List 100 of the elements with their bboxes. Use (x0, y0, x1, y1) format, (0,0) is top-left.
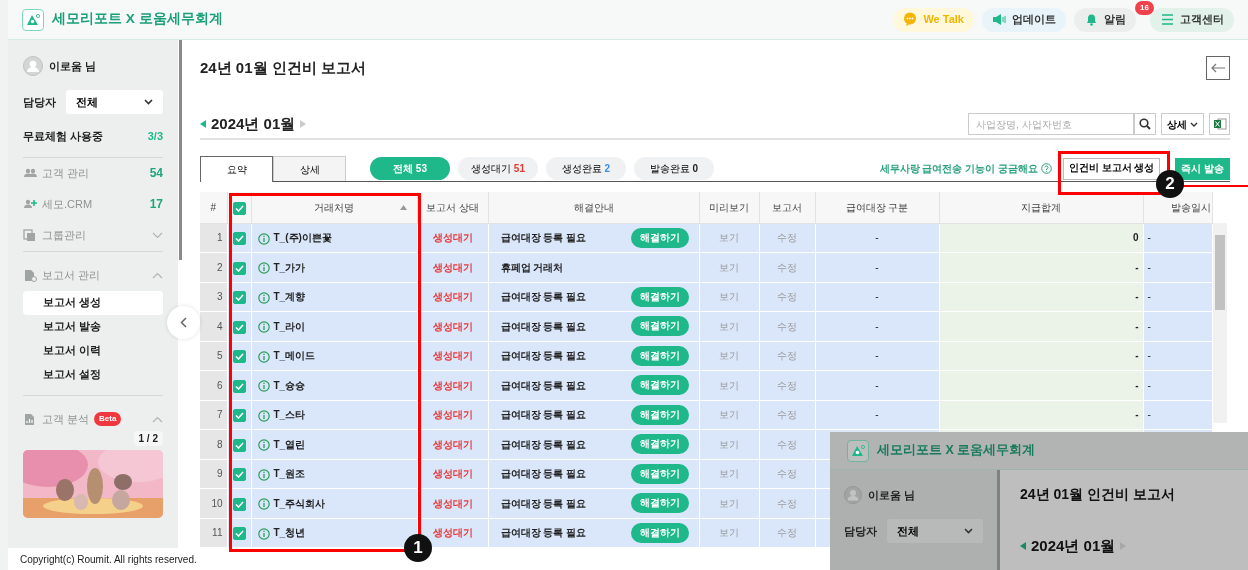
resolve-button[interactable]: 해결하기 (630, 434, 689, 455)
edit-link[interactable]: 수정 (777, 291, 797, 303)
preview-link[interactable]: 보기 (719, 232, 739, 244)
chevron-left-icon (180, 317, 187, 328)
back-button[interactable] (1206, 56, 1230, 80)
checkbox[interactable] (232, 497, 246, 511)
resolve-button[interactable]: 해결하기 (630, 316, 689, 337)
preview-link[interactable]: 보기 (719, 261, 739, 273)
sidebar-item[interactable]: 고객 관리 54 (23, 157, 163, 189)
info-icon[interactable] (257, 350, 270, 363)
submenu-item[interactable]: 보고서 설정 (23, 362, 163, 387)
update-button[interactable]: 업데이트 (982, 7, 1066, 32)
checkbox[interactable] (232, 261, 246, 275)
edit-link[interactable]: 수정 (777, 320, 797, 332)
resolve-button[interactable]: 해결하기 (630, 463, 689, 484)
filter-tab[interactable]: 발송완료 0 (634, 157, 714, 180)
edit-link[interactable]: 수정 (777, 527, 797, 539)
edit-link[interactable]: 수정 (777, 438, 797, 450)
resolve-button[interactable]: 해결하기 (630, 286, 689, 307)
edit-link[interactable]: 수정 (777, 468, 797, 480)
view-tab[interactable]: 요약 (200, 156, 273, 182)
logo-icon (22, 8, 44, 31)
checkbox[interactable] (232, 350, 246, 364)
preview-link[interactable]: 보기 (719, 350, 739, 362)
previous-month-button[interactable] (200, 120, 206, 128)
info-icon[interactable] (257, 321, 270, 334)
submenu-item[interactable]: 보고서 생성 (23, 290, 163, 315)
checkbox[interactable] (232, 232, 246, 246)
guide-text: 급여대장 등록 필요 (500, 408, 587, 423)
resolve-button[interactable]: 해결하기 (630, 375, 689, 396)
filter-tab[interactable]: 생성대기 51 (458, 157, 538, 180)
month-label: 2024년 01월 (1031, 536, 1116, 556)
info-icon[interactable] (257, 409, 270, 422)
edit-link[interactable]: 수정 (777, 350, 797, 362)
info-icon[interactable] (257, 262, 270, 275)
checkbox[interactable] (232, 438, 246, 452)
info-icon[interactable] (257, 291, 270, 304)
client-name: T_슝슝 (273, 379, 306, 391)
next-month-button[interactable] (300, 120, 307, 128)
manager-select[interactable]: 전체 (66, 90, 163, 114)
edit-link[interactable]: 수정 (777, 497, 797, 509)
sidebar-item[interactable]: 세모.CRM 17 (23, 188, 163, 220)
resolve-button[interactable]: 해결하기 (630, 227, 689, 248)
info-icon[interactable] (257, 380, 270, 393)
help-link[interactable]: 세무사랑 급여전송 기능이 궁금해요 (879, 161, 1052, 176)
checkbox[interactable] (232, 468, 246, 482)
table-cell: - (875, 320, 879, 332)
sidebar-item[interactable]: 보고서 관리 (23, 259, 163, 291)
preview-link[interactable]: 보기 (719, 409, 739, 421)
create-report-button[interactable]: 인건비 보고서 생성 (1062, 157, 1161, 180)
preview-link[interactable]: 보기 (719, 527, 739, 539)
resolve-button[interactable]: 해결하기 (630, 345, 689, 366)
checkbox[interactable] (232, 379, 246, 393)
preview-link[interactable]: 보기 (719, 468, 739, 480)
checkbox[interactable] (232, 527, 246, 541)
info-icon[interactable] (257, 468, 270, 481)
edit-link[interactable]: 수정 (777, 232, 797, 244)
talk-button[interactable]: We Talk (893, 7, 974, 32)
table-cell: - (875, 350, 879, 362)
excel-button[interactable] (1209, 113, 1230, 135)
help-button[interactable]: 고객센터 (1150, 7, 1234, 32)
checkbox[interactable] (232, 409, 246, 423)
user-name: 이로움 님 (868, 487, 916, 503)
preview-link[interactable]: 보기 (719, 438, 739, 450)
send-now-button[interactable]: 즉시 발송 (1175, 157, 1230, 180)
status-label: 생성대기 (432, 379, 473, 391)
status-label: 생성대기 (432, 291, 473, 303)
alarm-button[interactable]: 알림 (1074, 7, 1136, 32)
info-icon[interactable] (257, 527, 270, 540)
client-name: T_라이 (273, 320, 306, 332)
resolve-button[interactable]: 해결하기 (630, 404, 689, 425)
column-header: 해결안내 (573, 201, 614, 213)
copy-icon (23, 228, 37, 242)
page-title: 24년 01월 인건비 보고서 (200, 57, 366, 78)
search-field[interactable]: 사업장명, 사업자번호 (968, 113, 1134, 135)
preview-link[interactable]: 보기 (719, 497, 739, 509)
checkbox[interactable] (232, 201, 246, 215)
detail-dropdown[interactable]: 상세 (1161, 113, 1204, 135)
preview-link[interactable]: 보기 (719, 379, 739, 391)
view-tab[interactable]: 상세 (273, 156, 346, 181)
edit-link[interactable]: 수정 (777, 379, 797, 391)
info-icon[interactable] (257, 498, 270, 511)
info-icon[interactable] (257, 232, 270, 245)
submenu-item[interactable]: 보고서 발송 (23, 314, 163, 339)
edit-link[interactable]: 수정 (777, 409, 797, 421)
resolve-button[interactable]: 해결하기 (630, 522, 689, 543)
filter-tab[interactable]: 전체 53 (370, 157, 450, 180)
checkbox[interactable] (232, 320, 246, 334)
edit-link[interactable]: 수정 (777, 261, 797, 273)
submenu-item[interactable]: 보고서 이력 (23, 338, 163, 363)
checkbox[interactable] (232, 291, 246, 305)
manager-select[interactable]: 전체 (887, 519, 983, 543)
info-icon[interactable] (257, 439, 270, 452)
search-button[interactable] (1134, 113, 1156, 135)
filter-tab[interactable]: 생성완료 2 (546, 157, 626, 180)
preview-link[interactable]: 보기 (719, 291, 739, 303)
resolve-button[interactable]: 해결하기 (630, 493, 689, 514)
triangle-right-icon (300, 120, 307, 128)
sidebar-item[interactable]: 그룹관리 (23, 219, 163, 251)
preview-link[interactable]: 보기 (719, 320, 739, 332)
